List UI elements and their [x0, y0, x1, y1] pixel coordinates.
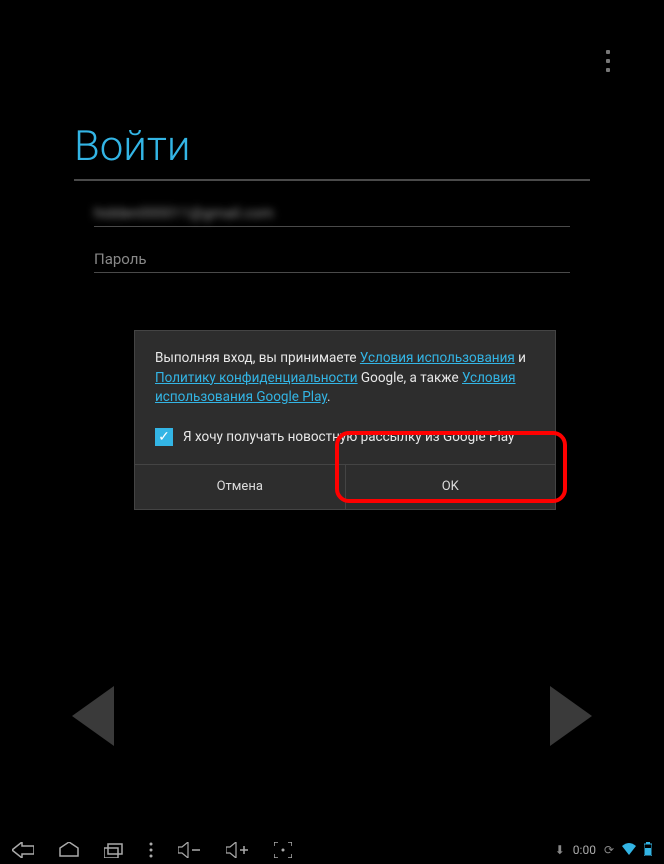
recents-icon[interactable]	[104, 842, 124, 858]
volume-up-icon[interactable]	[226, 842, 250, 858]
nav-arrows	[12, 686, 652, 746]
sync-icon: ⟳	[604, 843, 614, 857]
dialog-message: Выполняя вход, вы принимаете Условия исп…	[135, 331, 555, 420]
tos-link[interactable]: Условия использования	[360, 350, 515, 366]
email-value: hidden000011@gmail.com	[94, 204, 274, 222]
download-icon: ⬇	[555, 843, 565, 857]
nav-prev-icon[interactable]	[72, 686, 114, 746]
nav-next-icon[interactable]	[550, 686, 592, 746]
cancel-button[interactable]: Отмена	[135, 465, 346, 509]
page-title: Войти	[74, 122, 590, 179]
screen-container: Войти hidden000011@gmail.com Пароль Выпо…	[12, 12, 652, 836]
dialog-text-and: и	[515, 350, 526, 366]
dialog-text-period: .	[327, 389, 331, 405]
home-icon[interactable]	[58, 842, 80, 858]
login-page: Войти hidden000011@gmail.com Пароль	[74, 122, 590, 291]
battery-icon	[644, 842, 652, 859]
ok-button[interactable]: OK	[346, 465, 556, 509]
password-field[interactable]: Пароль	[94, 245, 570, 273]
dialog-button-row: Отмена OK	[135, 464, 555, 509]
privacy-link[interactable]: Политику конфиденциальности	[155, 370, 358, 386]
more-icon[interactable]	[148, 842, 154, 858]
overflow-menu-icon[interactable]	[606, 50, 612, 72]
screenshot-icon[interactable]	[274, 842, 292, 858]
dialog-text-prefix: Выполняя вход, вы принимаете	[155, 350, 360, 366]
dialog-text-google: Google, а также	[358, 370, 462, 386]
system-navbar: ⬇ 0:00 ⟳	[0, 836, 664, 864]
volume-down-icon[interactable]	[178, 842, 202, 858]
newsletter-checkbox-row: ✓ Я хочу получать новостную рассылку из …	[135, 420, 555, 464]
wifi-icon	[622, 843, 636, 858]
terms-dialog: Выполняя вход, вы принимаете Условия исп…	[134, 330, 556, 510]
status-area: ⬇ 0:00 ⟳	[555, 842, 652, 859]
password-placeholder: Пароль	[94, 250, 147, 268]
email-field[interactable]: hidden000011@gmail.com	[94, 199, 570, 227]
clock: 0:00	[573, 843, 596, 857]
title-divider	[74, 179, 590, 181]
newsletter-checkbox[interactable]: ✓	[155, 428, 173, 446]
newsletter-label: Я хочу получать новостную рассылку из Go…	[183, 429, 514, 445]
back-icon[interactable]	[12, 842, 34, 858]
